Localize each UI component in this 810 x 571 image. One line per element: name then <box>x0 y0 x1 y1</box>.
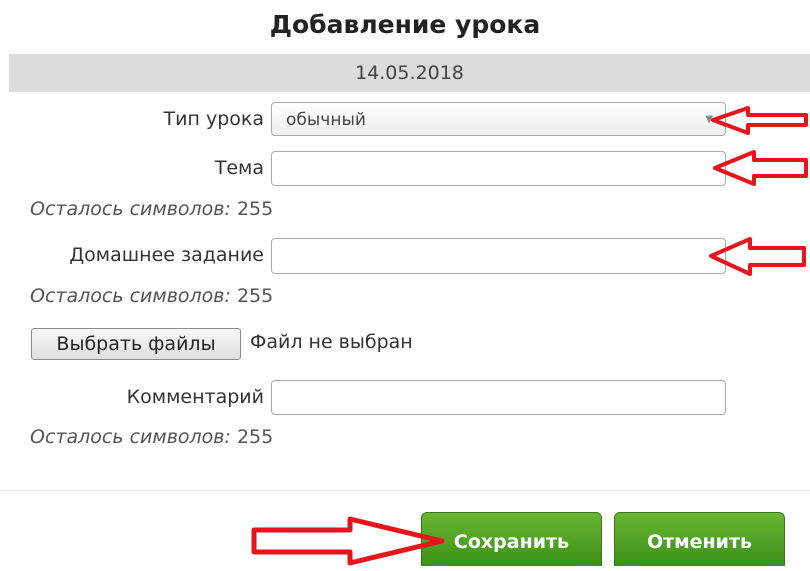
topic-input[interactable] <box>271 151 726 186</box>
remaining-count: 255 <box>236 198 274 220</box>
remaining-label: Осталось символов: <box>30 426 231 448</box>
comment-input[interactable] <box>271 380 726 415</box>
red-arrow-icon <box>709 237 806 276</box>
remaining-label: Осталось символов: <box>30 198 231 220</box>
cancel-button[interactable]: Отменить <box>614 512 785 566</box>
homework-remaining: Осталось символов: 255 <box>30 285 273 307</box>
divider <box>0 490 810 491</box>
remaining-count: 255 <box>236 426 274 448</box>
remaining-label: Осталось символов: <box>30 285 231 307</box>
lesson-date: 14.05.2018 <box>9 54 810 92</box>
page-title: Добавление урока <box>269 10 541 39</box>
topic-remaining: Осталось символов: 255 <box>30 198 273 220</box>
red-arrow-icon <box>251 516 445 566</box>
lesson-type-value: обычный <box>286 110 366 130</box>
remaining-count: 255 <box>236 285 274 307</box>
red-arrow-icon <box>711 106 808 135</box>
comment-label: Комментарий <box>126 386 264 408</box>
choose-files-button[interactable]: Выбрать файлы <box>31 328 241 360</box>
lesson-type-select[interactable]: обычный ▼ <box>271 102 726 136</box>
red-arrow-icon <box>713 150 808 186</box>
topic-label: Тема <box>214 157 264 179</box>
file-status: Файл не выбран <box>250 331 413 353</box>
comment-remaining: Осталось символов: 255 <box>30 426 273 448</box>
lesson-type-label: Тип урока <box>163 108 264 130</box>
homework-input[interactable] <box>271 238 726 274</box>
homework-label: Домашнее задание <box>69 244 264 266</box>
save-button[interactable]: Сохранить <box>421 512 602 566</box>
